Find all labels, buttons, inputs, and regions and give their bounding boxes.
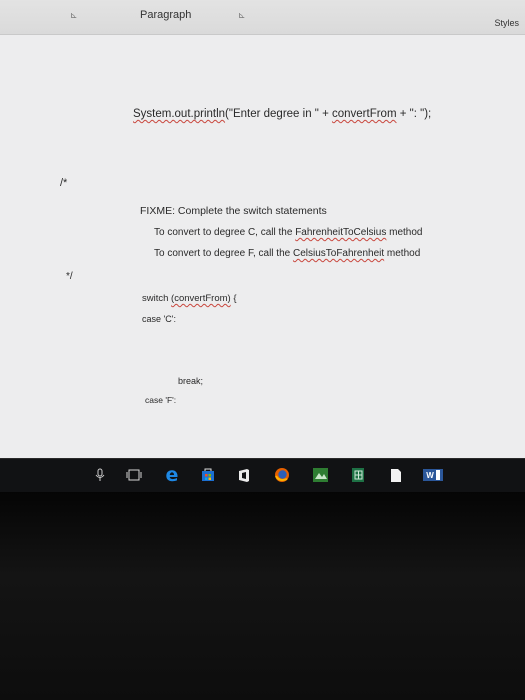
case-c-line: case 'C':	[142, 314, 176, 324]
excel-icon[interactable]	[348, 465, 368, 485]
styles-group-label[interactable]: Styles	[494, 18, 519, 28]
fixme-text: FIXME: Complete the switch statements	[140, 205, 327, 217]
break-line: break;	[178, 376, 204, 386]
paragraph-group-label: Paragraph	[140, 9, 192, 21]
task-view-icon[interactable]	[124, 465, 144, 485]
case-f-line: case 'F':	[145, 395, 177, 405]
convert-f-method: CelsiusToFahrenheit	[292, 248, 385, 259]
office-icon[interactable]	[234, 465, 254, 485]
edge-icon[interactable]: e	[162, 464, 182, 486]
println-line: System.out.println("Enter degree in " + …	[133, 108, 431, 120]
ribbon: ⊾ Paragraph ⊾ Styles	[0, 0, 525, 35]
println-var: convertFrom	[331, 108, 397, 120]
println-method: System.out.println	[133, 108, 226, 120]
microphone-icon[interactable]	[90, 465, 110, 485]
word-letter: W	[426, 470, 434, 480]
comment-open: /*	[60, 177, 68, 189]
convert-f-post: method	[384, 248, 421, 259]
store-icon[interactable]	[198, 465, 218, 485]
app-icon[interactable]	[310, 465, 330, 485]
convert-c-method: FahrenheitToCelsius	[295, 227, 387, 238]
comment-close: */	[66, 271, 73, 282]
taskbar: e W	[0, 458, 525, 493]
paragraph-launcher-icon[interactable]: ⊾	[238, 10, 246, 21]
println-part1: ("Enter degree in " +	[225, 108, 332, 120]
dialog-launcher-icon[interactable]: ⊾	[70, 10, 78, 21]
switch-post: {	[230, 293, 237, 304]
switch-expr: (convertFrom)	[171, 293, 231, 304]
println-part2: + ": ");	[396, 108, 432, 120]
switch-line: switch (convertFrom) {	[142, 293, 237, 304]
word-icon[interactable]: W	[422, 465, 444, 485]
monitor-bezel	[0, 492, 525, 700]
switch-pre: switch	[142, 293, 172, 304]
file-icon[interactable]	[386, 465, 406, 485]
convert-f-line: To convert to degree F, call the Celsius…	[154, 248, 420, 259]
convert-c-post: method	[386, 227, 423, 238]
convert-c-line: To convert to degree C, call the Fahrenh…	[154, 227, 423, 238]
document-page[interactable]: System.out.println("Enter degree in " + …	[0, 35, 525, 458]
convert-c-pre: To convert to degree C, call the	[154, 227, 296, 238]
firefox-icon[interactable]	[272, 465, 292, 485]
convert-f-pre: To convert to degree F, call the	[154, 248, 293, 259]
